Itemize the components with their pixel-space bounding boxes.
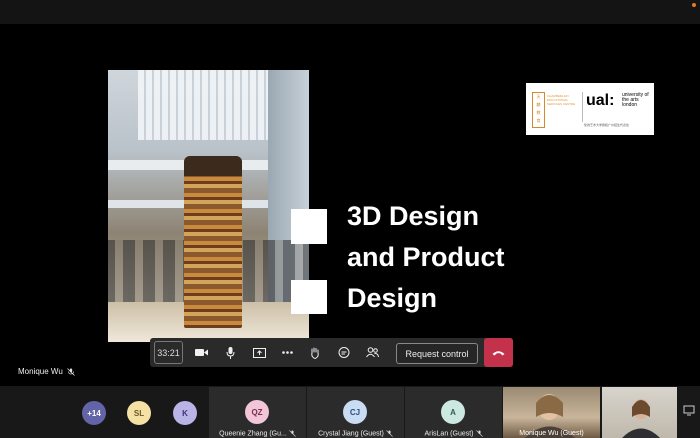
status-dot — [692, 3, 696, 7]
logo-char: 教 — [536, 110, 541, 115]
participant-name: Crystal Jiang (Guest) — [318, 430, 384, 437]
avatar-initials: K — [182, 408, 188, 418]
overflow-participants-badge[interactable]: +14 — [82, 401, 106, 425]
hand-icon — [311, 347, 319, 359]
meeting-control-bar: 33:21 Request control — [150, 338, 513, 367]
mic-off-icon — [475, 429, 483, 437]
slide-white-block-top — [291, 209, 327, 244]
camera-icon — [194, 349, 208, 356]
participant-avatar[interactable]: SL — [127, 401, 151, 425]
camera-button[interactable] — [188, 338, 214, 367]
self-video-tile[interactable] — [602, 387, 677, 438]
slide-photo — [108, 70, 309, 342]
mic-off-icon — [289, 429, 296, 437]
share-screen-button[interactable] — [246, 338, 272, 367]
avatar-initials: CJ — [349, 407, 361, 417]
logo-char: 育 — [536, 118, 541, 123]
chinese-brand-mark: 天 麟 教 育 — [532, 92, 545, 128]
presenter-name: Monique Wu — [18, 367, 63, 376]
participants-button[interactable] — [359, 338, 385, 367]
overflow-count: +14 — [87, 408, 101, 418]
mic-off-icon — [386, 429, 393, 437]
logo-char: 麟 — [536, 102, 541, 107]
participant-name-label: Queenie Zhang (Gu... — [209, 429, 306, 437]
logo-subtitle: 伦敦艺术大学授权广州招生代表处 — [584, 123, 630, 127]
screen-share-indicator-icon[interactable] — [683, 404, 695, 416]
participant-name-label: Crystal Jiang (Guest) — [307, 429, 404, 437]
avatar-initials: SL — [133, 408, 145, 418]
participant-video-tile[interactable]: Monique Wu (Guest) — [503, 387, 600, 438]
participant-avatar: QZ — [245, 400, 269, 424]
microphone-icon — [226, 346, 234, 359]
more-options-button[interactable] — [274, 338, 300, 367]
request-control-button[interactable]: Request control — [396, 343, 478, 364]
participant-avatar: A — [441, 400, 465, 424]
chat-button[interactable] — [331, 338, 357, 367]
university-name: university of the arts london — [622, 92, 649, 108]
avatar-initials: A — [450, 407, 456, 417]
share-screen-icon — [252, 347, 266, 358]
chat-icon — [338, 346, 350, 358]
slide-title-line-3: Design — [347, 283, 438, 313]
participant-name-label: Monique Wu (Guest) — [503, 430, 600, 437]
participant-tile[interactable]: QZ Queenie Zhang (Gu... — [209, 387, 306, 438]
slide-title-line-2: and Product — [347, 242, 505, 272]
partner-text: CHAMBERLAIN EDUCATIONAL SERVICES CENTRE — [547, 94, 576, 106]
participant-name: Monique Wu (Guest) — [519, 430, 584, 437]
window-top-bar — [0, 0, 700, 24]
participant-name: Queenie Zhang (Gu... — [219, 430, 287, 437]
slide-title-line-1: 3D Design — [347, 201, 480, 231]
participant-name-label: ArisLan (Guest) — [405, 429, 502, 437]
slide-white-block-bottom — [291, 280, 327, 314]
call-timer: 33:21 — [154, 341, 183, 364]
mic-off-icon — [67, 368, 75, 376]
hang-up-icon — [492, 350, 505, 355]
participant-name: ArisLan (Guest) — [424, 430, 474, 437]
presenter-label: Monique Wu — [18, 367, 75, 376]
microphone-button[interactable] — [217, 338, 243, 367]
slide-title: 3D Design and Product Design — [347, 196, 547, 319]
avatar-initials: QZ — [251, 407, 263, 417]
participant-tile[interactable]: CJ Crystal Jiang (Guest) — [307, 387, 404, 438]
participant-avatar: CJ — [343, 400, 367, 424]
ual-partner-logo: 天 麟 教 育 CHAMBERLAIN EDUCATIONAL SERVICES… — [526, 83, 654, 135]
ual-brand: ual: — [586, 92, 615, 109]
self-video-feed — [622, 399, 660, 438]
people-icon — [365, 347, 379, 358]
sculpture-tower — [184, 156, 242, 328]
raise-hand-button[interactable] — [302, 338, 328, 367]
participant-avatar[interactable]: K — [173, 401, 197, 425]
hang-up-button[interactable] — [484, 338, 513, 367]
participant-tile[interactable]: A ArisLan (Guest) — [405, 387, 502, 438]
more-icon — [281, 351, 293, 354]
logo-char: 天 — [536, 94, 541, 99]
